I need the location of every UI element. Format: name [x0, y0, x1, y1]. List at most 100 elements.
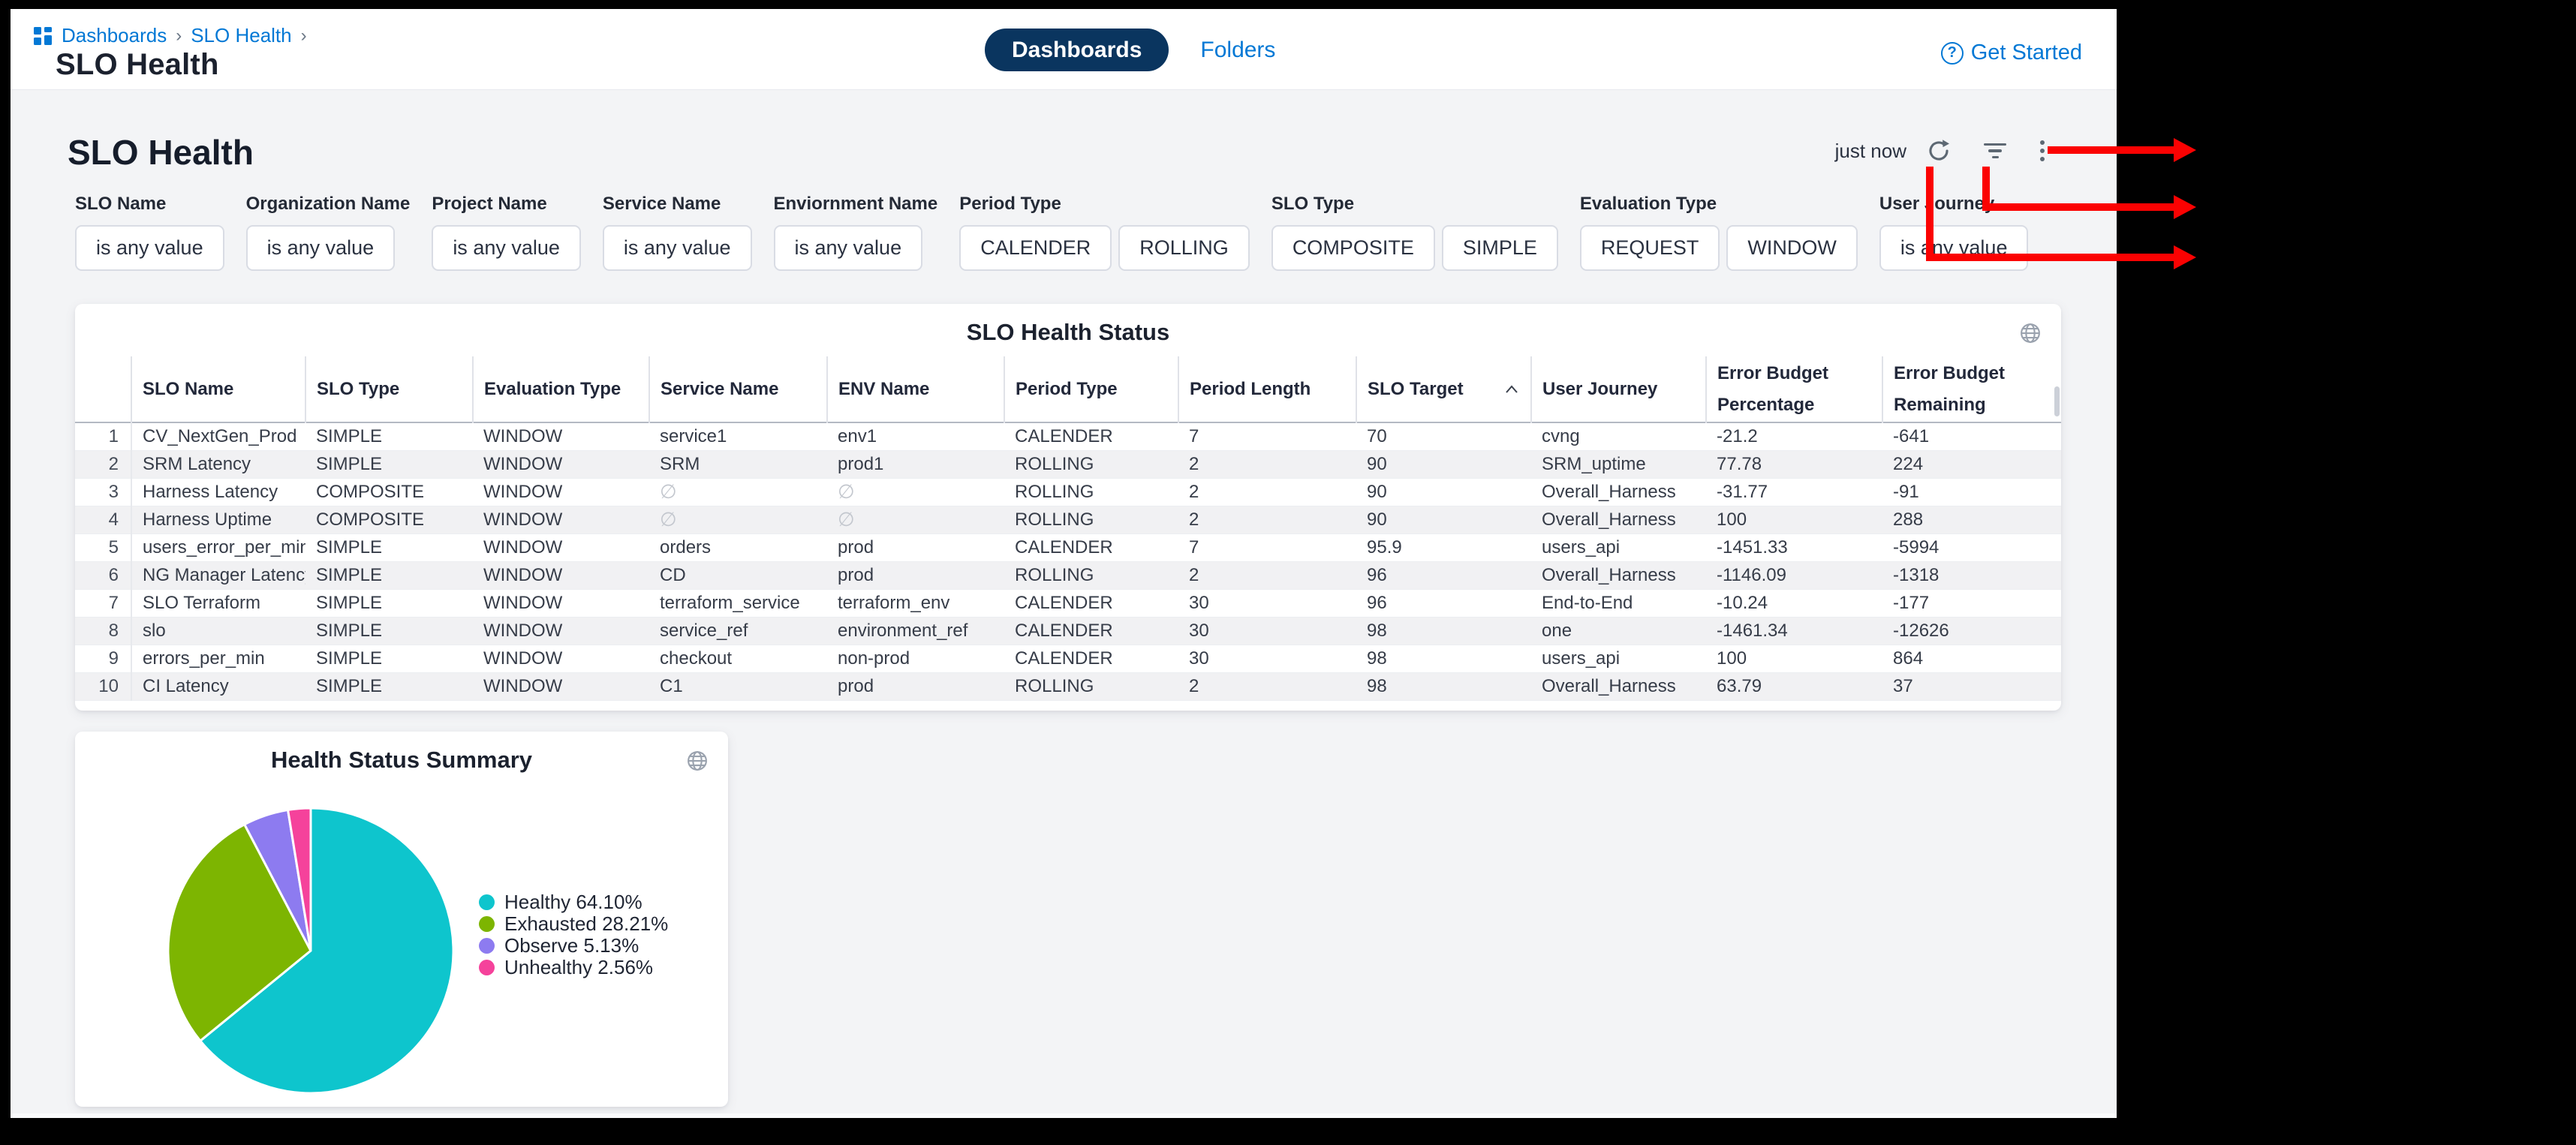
- filter-value-button[interactable]: SIMPLE: [1442, 225, 1558, 271]
- filter-group-service-name: Service Name is any value: [603, 194, 752, 271]
- table-row[interactable]: 4Harness UptimeCOMPOSITEWINDOW∅∅ROLLING2…: [75, 506, 2061, 533]
- sort-asc-icon: [1505, 385, 1518, 394]
- filter-value-button[interactable]: ROLLING: [1118, 225, 1250, 271]
- filter-icon[interactable]: [1983, 138, 2007, 164]
- table-cell: service1: [649, 422, 827, 450]
- filter-value-button[interactable]: is any value: [603, 225, 752, 271]
- dashboard-toolbar: just now: [1835, 137, 2048, 165]
- breadcrumb-slo-health[interactable]: SLO Health: [191, 24, 291, 47]
- table-cell: WINDOW: [473, 506, 649, 533]
- annotation-arrow-shaft-filter: [1982, 203, 2177, 211]
- column-header-period-type[interactable]: Period Type: [1004, 356, 1178, 422]
- table-row[interactable]: 5users_error_per_minSIMPLEWINDOWorderspr…: [75, 533, 2061, 561]
- table-cell: service_ref: [649, 617, 827, 645]
- filter-label: Service Name: [603, 194, 752, 215]
- column-header-slo-type[interactable]: SLO Type: [305, 356, 473, 422]
- table-row[interactable]: 1CV_NextGen_ProdSIMPLEWINDOWservice1env1…: [75, 422, 2061, 450]
- filter-group-evaluation-type: Evaluation Type REQUESTWINDOW: [1580, 194, 1858, 271]
- filter-group-period-type: Period TypeCALENDERROLLING: [959, 194, 1250, 271]
- table-cell: 95.9: [1356, 533, 1531, 561]
- filters-row: SLO Nameis any value Organization Name is …: [75, 194, 2028, 271]
- column-header-period-length[interactable]: Period Length: [1178, 356, 1356, 422]
- table-row[interactable]: 3Harness LatencyCOMPOSITEWINDOW∅∅ROLLING…: [75, 478, 2061, 506]
- table-cell: C1: [649, 672, 827, 700]
- tab-folders[interactable]: Folders: [1200, 38, 1275, 63]
- table-cell: -177: [1882, 589, 2061, 617]
- table-scrollbar[interactable]: [2054, 386, 2060, 416]
- table-cell: -641: [1882, 422, 2061, 450]
- filter-label: Evaluation Type: [1580, 194, 1858, 215]
- filter-value-button[interactable]: COMPOSITE: [1271, 225, 1435, 271]
- table-row[interactable]: 2SRM LatencySIMPLEWINDOWSRMprod1ROLLING2…: [75, 450, 2061, 478]
- table-cell: SRM_uptime: [1531, 450, 1706, 478]
- table-header: SLO NameSLO TypeEvaluation TypeService N…: [75, 356, 2061, 422]
- table-cell: 30: [1178, 645, 1356, 672]
- pie-legend: Healthy 64.10%Exhausted 28.21%Observe 5.…: [479, 891, 668, 978]
- breadcrumb-dashboards[interactable]: Dashboards: [62, 24, 167, 47]
- table-cell: 96: [1356, 561, 1531, 589]
- table-row[interactable]: 7SLO TerraformSIMPLEWINDOWterraform_serv…: [75, 589, 2061, 617]
- table-cell: orders: [649, 533, 827, 561]
- table-row[interactable]: 10CI LatencySIMPLEWINDOWC1prodROLLING298…: [75, 672, 2061, 700]
- table-cell: WINDOW: [473, 533, 649, 561]
- annotation-arrow-shaft-kebab: [2048, 146, 2177, 154]
- table-row[interactable]: 6NG Manager LatencySIMPLEWINDOWCDprodROL…: [75, 561, 2061, 589]
- table-cell: Overall_Harness: [1531, 561, 1706, 589]
- table-cell: 100: [1706, 645, 1882, 672]
- row-number-cell: 10: [75, 672, 131, 700]
- legend-item-exhausted[interactable]: Exhausted 28.21%: [479, 913, 668, 935]
- annotation-arrow-shaft-refresh: [1926, 254, 2177, 261]
- kebab-menu-icon[interactable]: [2037, 138, 2048, 164]
- legend-label: Healthy 64.10%: [504, 891, 642, 914]
- filter-value-button[interactable]: WINDOW: [1726, 225, 1857, 271]
- app-content: Dashboards › SLO Health › SLO Health Das…: [11, 9, 2117, 1118]
- table-cell: environment_ref: [827, 617, 1004, 645]
- legend-item-observe[interactable]: Observe 5.13%: [479, 935, 668, 957]
- table-cell: 90: [1356, 506, 1531, 533]
- table-cell: WINDOW: [473, 450, 649, 478]
- filter-value-button[interactable]: is any value: [1879, 225, 2029, 271]
- filter-value-button[interactable]: REQUEST: [1580, 225, 1720, 271]
- legend-item-unhealthy[interactable]: Unhealthy 2.56%: [479, 957, 668, 978]
- filter-value-button[interactable]: CALENDER: [959, 225, 1112, 271]
- get-started-link[interactable]: ? Get Started: [1941, 41, 2082, 65]
- column-header-service-name[interactable]: Service Name: [649, 356, 827, 422]
- legend-label: Exhausted 28.21%: [504, 912, 668, 936]
- filter-value-button[interactable]: is any value: [75, 225, 224, 271]
- legend-item-healthy[interactable]: Healthy 64.10%: [479, 891, 668, 913]
- column-header-error-budget[interactable]: Error BudgetPercentage: [1706, 356, 1882, 422]
- filter-group-slo-type: SLO TypeCOMPOSITESIMPLE: [1271, 194, 1558, 271]
- table-cell: CI Latency: [131, 672, 305, 700]
- column-header-row-number[interactable]: [75, 356, 131, 422]
- column-header-evaluation-type[interactable]: Evaluation Type: [473, 356, 649, 422]
- help-question-icon: ?: [1941, 42, 1964, 65]
- table-cell: 90: [1356, 478, 1531, 506]
- table-cell: SIMPLE: [305, 617, 473, 645]
- column-header-slo-target[interactable]: SLO Target: [1356, 356, 1531, 422]
- column-header-slo-name[interactable]: SLO Name: [131, 356, 305, 422]
- table-row[interactable]: 8sloSIMPLEWINDOWservice_refenvironment_r…: [75, 617, 2061, 645]
- filter-value-button[interactable]: is any value: [246, 225, 396, 271]
- column-header-env-name[interactable]: ENV Name: [827, 356, 1004, 422]
- view-tabs: Dashboards Folders: [985, 29, 1275, 71]
- table-cell: users_error_per_min: [131, 533, 305, 561]
- filter-group-slo-name: SLO Nameis any value: [75, 194, 224, 271]
- table-cell: SLO Terraform: [131, 589, 305, 617]
- refresh-icon[interactable]: [1926, 138, 1952, 164]
- table-cell: 224: [1882, 450, 2061, 478]
- table-cell: 98: [1356, 617, 1531, 645]
- filter-value-button[interactable]: is any value: [432, 225, 581, 271]
- table-cell: NG Manager Latency: [131, 561, 305, 589]
- filter-value-button[interactable]: is any value: [774, 225, 923, 271]
- tab-dashboards[interactable]: Dashboards: [985, 29, 1169, 71]
- column-header-error-budget[interactable]: Error BudgetRemaining: [1882, 356, 2061, 422]
- annotation-arrowhead-refresh: [2174, 245, 2196, 269]
- table-cell: ∅: [827, 478, 1004, 506]
- filter-label: Organization Name: [246, 194, 411, 215]
- table-row[interactable]: 9errors_per_minSIMPLEWINDOWcheckoutnon-p…: [75, 645, 2061, 672]
- table-cell: 90: [1356, 450, 1531, 478]
- filter-group-organization-name: Organization Name is any value: [246, 194, 411, 271]
- column-header-user-journey[interactable]: User Journey: [1531, 356, 1706, 422]
- table-cell: 98: [1356, 672, 1531, 700]
- table-cell: 63.79: [1706, 672, 1882, 700]
